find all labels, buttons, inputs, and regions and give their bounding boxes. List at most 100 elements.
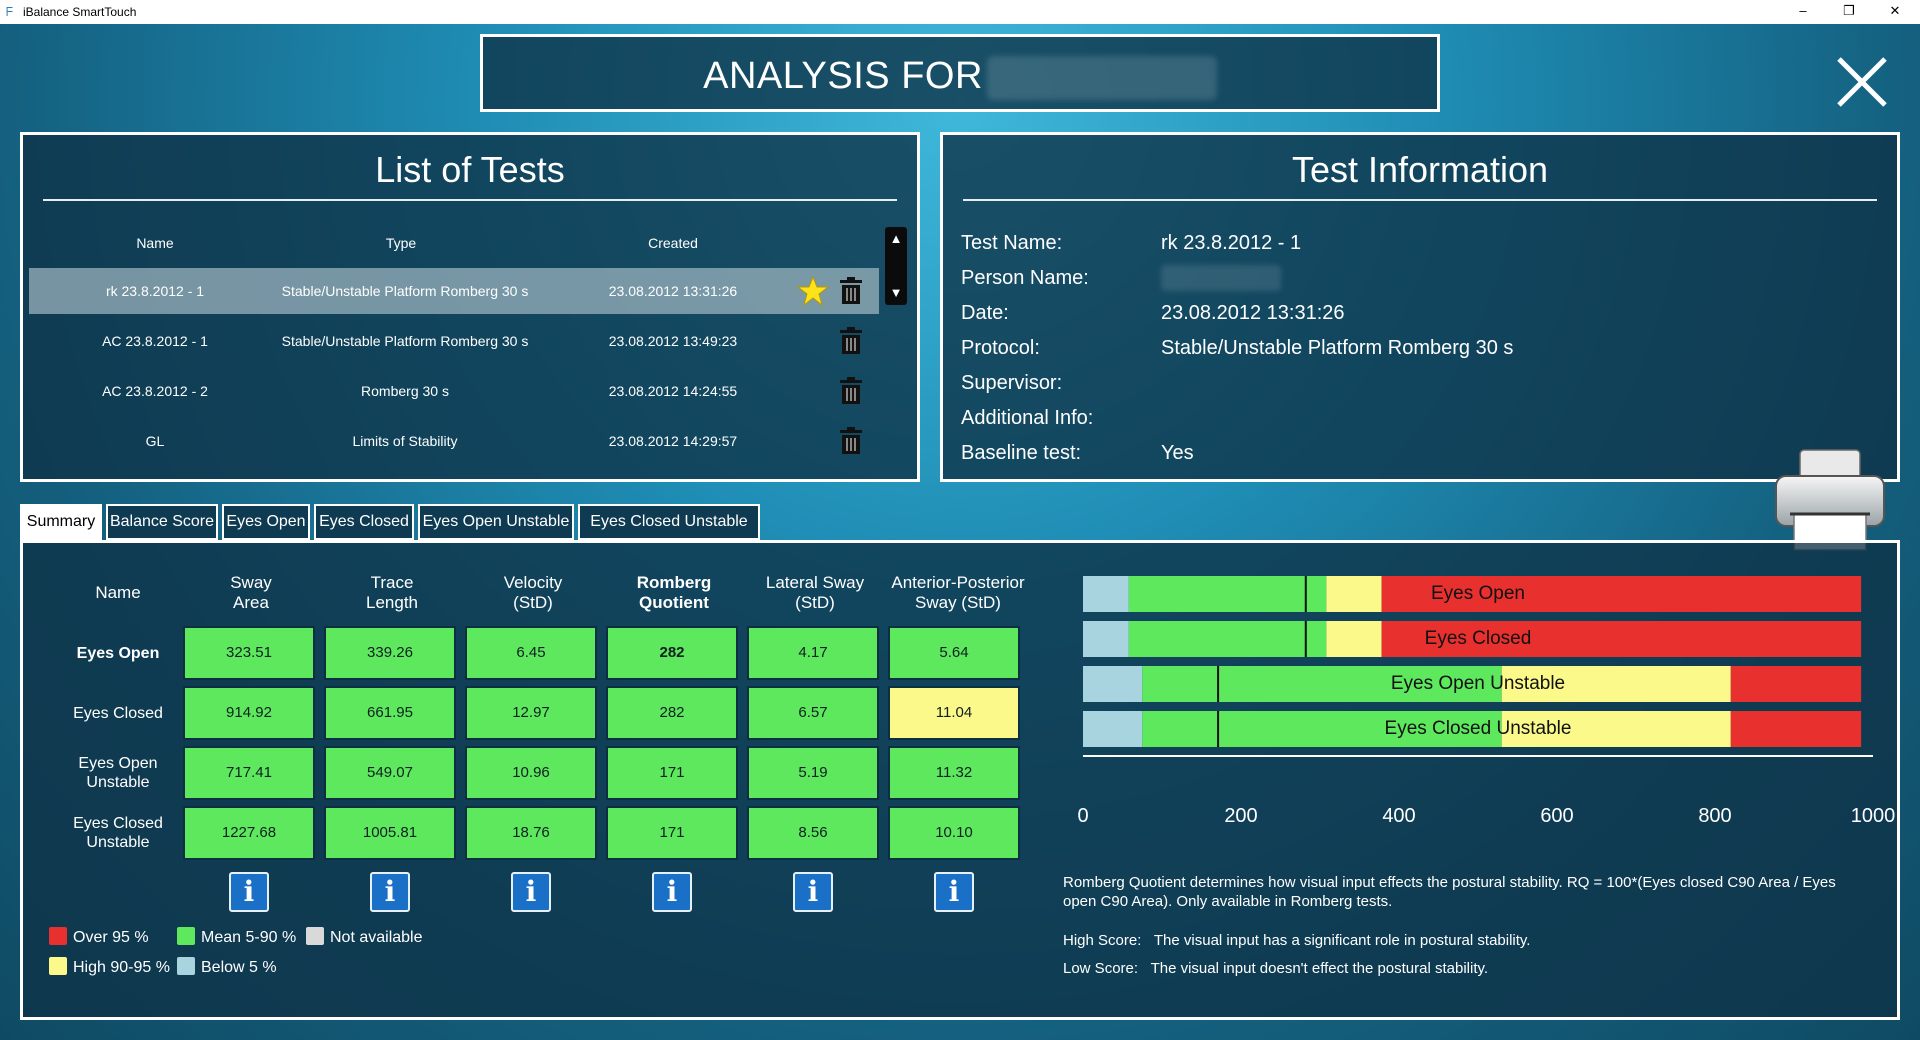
restore-button[interactable]: ❐ [1826, 0, 1872, 24]
legend-swatch [177, 927, 195, 945]
column-header: Trace Length [366, 573, 418, 612]
test-row[interactable]: AC 23.8.2012 - 1 Stable/Unstable Platfor… [29, 318, 879, 364]
info-icon[interactable]: i [793, 872, 833, 912]
value-cell: 339.26 [324, 626, 456, 680]
value-cell: 12.97 [465, 686, 597, 740]
x-tick-label: 1000 [1850, 805, 1896, 827]
value-cell: 8.56 [747, 806, 879, 860]
test-row[interactable]: AC 23.8.2012 - 2 Romberg 30 s 23.08.2012… [29, 368, 879, 414]
tab-eyes-closed[interactable]: Eyes Closed [314, 504, 414, 540]
x-tick-label: 0 [1077, 805, 1089, 827]
high-score-note: High Score: The visual input has a signi… [1063, 932, 1531, 949]
value-cell: 10.96 [465, 746, 597, 800]
tab-eyes-open[interactable]: Eyes Open [222, 504, 310, 540]
legend-swatch [306, 927, 324, 945]
value-cell: 323.51 [183, 626, 315, 680]
column-header-name: Name [136, 235, 174, 251]
window-close-button[interactable]: ✕ [1872, 0, 1918, 24]
info-icon[interactable]: i [934, 872, 974, 912]
legend-below: Below 5 % [177, 957, 277, 977]
tab-balance-score[interactable]: Balance Score [106, 504, 218, 540]
info-icon[interactable]: i [229, 872, 269, 912]
value-cell: 6.57 [747, 686, 879, 740]
test-name: AC 23.8.2012 - 1 [102, 333, 208, 349]
window-titlebar: ᖴ iBalance SmartTouch – ❐ ✕ [0, 0, 1920, 24]
column-header: Lateral Sway (StD) [765, 573, 865, 612]
trash-icon[interactable] [839, 327, 863, 355]
row-name: Eyes Open [76, 645, 160, 662]
test-created: 23.08.2012 13:31:26 [608, 283, 738, 299]
trash-icon[interactable] [839, 377, 863, 405]
person-name-blurred [1161, 265, 1281, 291]
value-cell: 282 [606, 626, 738, 680]
legend-over: Over 95 % [49, 927, 149, 947]
legend-not-available: Not available [306, 927, 423, 947]
value-cell: 282 [606, 686, 738, 740]
column-header: Anterior-Posterior Sway (StD) [891, 573, 1025, 612]
x-tick-label: 400 [1382, 805, 1416, 827]
column-header-type: Type [385, 235, 417, 251]
legend-swatch [177, 957, 195, 975]
info-icon[interactable]: i [511, 872, 551, 912]
test-created: 23.08.2012 13:49:23 [608, 333, 738, 349]
list-of-tests-title: List of Tests [375, 149, 565, 190]
romberg-note: Romberg Quotient determines how visual i… [1063, 874, 1836, 910]
value-cell: 914.92 [183, 686, 315, 740]
bar-label: Eyes Open Unstable [1390, 673, 1566, 694]
value-cell: 1227.68 [183, 806, 315, 860]
row-name: Eyes Closed Unstable [73, 815, 163, 851]
value-cell: 11.32 [888, 746, 1020, 800]
minimize-button[interactable]: – [1780, 0, 1826, 24]
scroll-up-icon[interactable]: ▲ [885, 229, 907, 249]
column-header: Romberg Quotient [636, 573, 712, 612]
value-cell: 5.64 [888, 626, 1020, 680]
value-cell: 11.04 [888, 686, 1020, 740]
tab-eyes-open-unstable[interactable]: Eyes Open Unstable [418, 504, 574, 540]
column-header: Velocity (StD) [503, 573, 563, 612]
close-icon[interactable] [1835, 55, 1889, 109]
summary-panel: Name Sway Area Trace Length Velocity (StD) … [20, 540, 1900, 1020]
row-name: Eyes Open Unstable [78, 755, 158, 791]
x-tick-label: 600 [1540, 805, 1574, 827]
trash-icon[interactable] [839, 277, 863, 305]
test-created: 23.08.2012 14:24:55 [608, 383, 738, 399]
legend-swatch [49, 957, 67, 975]
test-name: rk 23.8.2012 - 1 [105, 283, 205, 299]
person-name-blurred [986, 55, 1217, 100]
test-type: Romberg 30 s [361, 383, 449, 399]
x-tick-label: 800 [1698, 805, 1732, 827]
legend-swatch [49, 927, 67, 945]
value-cell: 171 [606, 806, 738, 860]
test-information-panel: Test Information Test Name: rk 23.8.2012 … [940, 132, 1900, 482]
bar-label: Eyes Open [1431, 583, 1525, 604]
column-header-created: Created [648, 235, 698, 251]
scroll-down-icon[interactable]: ▼ [885, 283, 907, 303]
bar-label: Eyes Closed Unstable [1384, 718, 1572, 739]
tab-eyes-closed-unstable[interactable]: Eyes Closed Unstable [578, 504, 760, 540]
divider [43, 199, 897, 201]
value-cell: 549.07 [324, 746, 456, 800]
test-name: AC 23.8.2012 - 2 [102, 383, 208, 399]
baseline-star-icon[interactable] [797, 276, 829, 306]
legend-high: High 90-95 % [49, 957, 170, 977]
window-title: iBalance SmartTouch [23, 5, 137, 19]
column-header: Sway Area [230, 573, 272, 612]
test-name: GL [145, 433, 165, 449]
test-row[interactable]: rk 23.8.2012 - 1 Stable/Unstable Platfor… [29, 268, 879, 314]
test-information-title: Test Information [1291, 149, 1549, 190]
trash-icon[interactable] [839, 427, 863, 455]
test-row[interactable]: GL Limits of Stability 23.08.2012 14:29:… [29, 418, 879, 464]
value-cell: 6.45 [465, 626, 597, 680]
tab-summary[interactable]: Summary [20, 504, 102, 540]
list-of-tests-panel: List of Tests Name Type Created rk 23.8.… [20, 132, 920, 482]
info-icon[interactable]: i [652, 872, 692, 912]
list-scrollbar[interactable]: ▲ ▼ [885, 227, 907, 305]
test-type: Stable/Unstable Platform Romberg 30 s [281, 283, 529, 299]
test-created: 23.08.2012 14:29:57 [608, 433, 738, 449]
value-cell: 10.10 [888, 806, 1020, 860]
test-type: Limits of Stability [352, 433, 458, 449]
value-cell: 5.19 [747, 746, 879, 800]
app-logo-icon: ᖴ [6, 5, 14, 19]
info-icon[interactable]: i [370, 872, 410, 912]
x-tick-label: 200 [1224, 805, 1258, 827]
